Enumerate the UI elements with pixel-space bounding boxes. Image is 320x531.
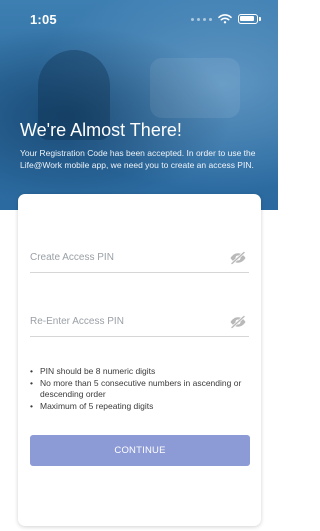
page-title: We're Almost There! xyxy=(20,120,182,140)
continue-button[interactable]: CONTINUE xyxy=(30,435,250,466)
signal-icon xyxy=(191,17,212,21)
pin-rule: No more than 5 consecutive numbers in as… xyxy=(30,378,252,400)
create-pin-input[interactable] xyxy=(30,252,210,263)
pin-rule: PIN should be 8 numeric digits xyxy=(30,366,252,377)
wifi-icon xyxy=(218,14,232,24)
page-subtitle: Your Registration Code has been accepted… xyxy=(20,148,256,170)
eye-slash-icon[interactable] xyxy=(229,315,247,329)
create-pin-field xyxy=(30,246,249,273)
pin-rules-list: PIN should be 8 numeric digits No more t… xyxy=(30,366,252,413)
hero-blurred-window xyxy=(150,58,240,118)
status-icons xyxy=(191,14,261,24)
eye-slash-icon[interactable] xyxy=(229,251,247,265)
status-bar: 1:05 xyxy=(0,0,278,40)
status-time: 1:05 xyxy=(30,12,57,27)
battery-icon xyxy=(238,14,261,24)
reenter-pin-field xyxy=(30,310,249,337)
pin-form-card: PIN should be 8 numeric digits No more t… xyxy=(18,194,261,526)
pin-rule: Maximum of 5 repeating digits xyxy=(30,401,252,412)
reenter-pin-input[interactable] xyxy=(30,316,210,327)
